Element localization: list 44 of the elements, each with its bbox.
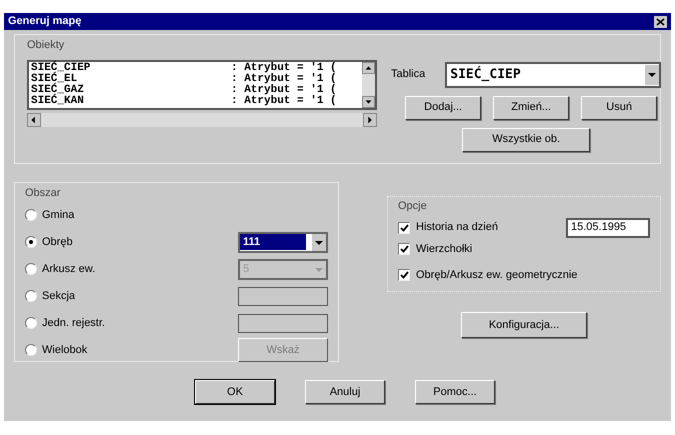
radio-button[interactable] [25,209,37,221]
list-value: : Atrybut = '1 ( [231,84,337,96]
dialog-button[interactable]: Pomoc... [415,380,495,404]
area-dropdown[interactable]: 111 [238,232,328,252]
list-item[interactable]: SIEĆ_KAN [31,96,231,106]
input-field[interactable] [238,286,328,306]
scroll-up-icon[interactable] [362,62,375,74]
dialog-button[interactable]: Anuluj [305,380,385,404]
table-dropdown[interactable]: SIEĆ_CIEP [445,62,662,88]
checkbox-option[interactable]: Wierzchołki [398,240,472,257]
checkbox-option[interactable]: Historia na dzień [398,219,498,236]
dialog-button[interactable]: OK [195,380,275,404]
input-field[interactable] [238,314,328,332]
horizontal-scrollbar[interactable] [27,112,377,126]
object-button[interactable]: Zmień... [493,96,570,120]
vertical-scrollbar[interactable] [362,62,375,108]
list-value: : Atrybut = '1 ( [231,74,337,84]
checkbox-option[interactable]: Obręb/Arkusz ew. geometrycznie [398,267,578,284]
configuration-button[interactable]: Konfiguracja... [461,312,587,338]
close-icon[interactable] [654,16,667,28]
radio-option[interactable]: Obręb [25,234,73,250]
checkbox[interactable] [398,269,410,282]
radio-option[interactable]: Sekcja [25,288,76,304]
table-label: Tablica [391,67,426,82]
group-label: Obszar [25,186,62,201]
group-label: Obiekty [27,38,66,53]
all-objects-button[interactable]: Wszystkie ob. [462,128,590,152]
radio-button[interactable] [25,236,37,248]
date-field[interactable]: 15.05.1995 [566,218,650,238]
radio-button[interactable] [25,317,37,329]
radio-option[interactable]: Jedn. rejestr. [25,314,105,332]
scroll-right-icon[interactable] [363,112,377,126]
scroll-left-icon[interactable] [27,112,41,126]
list-value: : Atrybut = '1 ( [231,96,337,106]
scroll-down-icon[interactable] [362,96,375,108]
checkbox[interactable] [398,242,410,255]
object-button[interactable]: Dodaj... [405,96,482,120]
radio-option[interactable]: Gmina [25,206,74,224]
window-title: Generuj mapę [8,14,82,30]
group-label: Opcje [398,199,428,214]
radio-button[interactable] [25,290,37,302]
list-value: : Atrybut = '1 ( [231,62,337,74]
object-button[interactable]: Usuń [581,96,658,120]
checkbox[interactable] [398,222,410,234]
